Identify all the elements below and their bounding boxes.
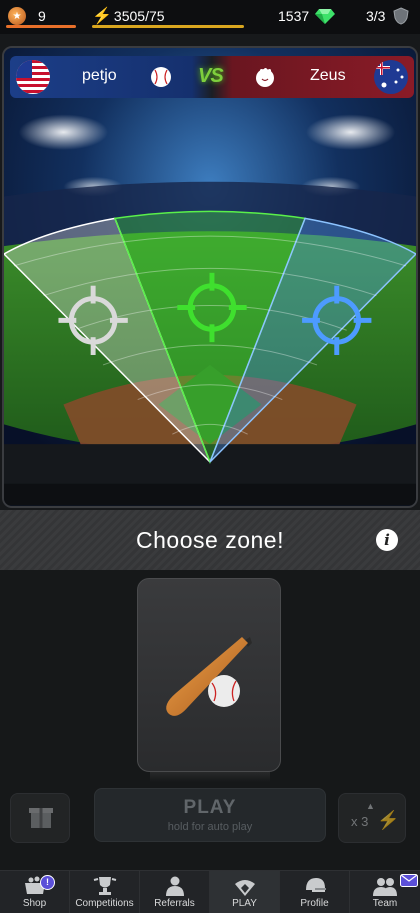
trophy-icon — [93, 877, 116, 895]
bottom-nav: Shop ! Competitions Referrals PLAY Profi… — [0, 870, 420, 913]
level-value: 9 — [38, 8, 46, 24]
gift-button[interactable] — [10, 793, 70, 843]
nav-team-label: Team — [372, 898, 398, 909]
glove-icon — [256, 68, 274, 87]
play-button-hint: hold for auto play — [167, 821, 253, 833]
energy-stat[interactable]: ⚡ 3505/75 — [92, 6, 165, 26]
batting-card[interactable] — [137, 578, 281, 772]
arrow-up-icon: ▲ — [366, 801, 375, 811]
shop-notification-badge: ! — [40, 875, 55, 890]
player-left-name: petjo — [82, 67, 117, 84]
referral-person-icon — [165, 876, 184, 896]
versus-label: VS — [198, 65, 224, 87]
versus-bar: petjo VS Zeus — [10, 56, 414, 98]
choose-zone-banner: Choose zone! — [0, 510, 420, 570]
stadium-field — [4, 48, 416, 506]
energy-progress-bar — [92, 25, 244, 28]
level-progress-bar — [6, 25, 76, 28]
nav-referrals-label: Referrals — [154, 898, 195, 909]
team-icon — [373, 878, 397, 896]
lightning-icon: ⚡ — [92, 8, 112, 25]
nav-shop[interactable]: Shop ! — [0, 871, 70, 913]
nav-team[interactable]: Team — [350, 871, 420, 913]
australia-flag-icon — [374, 60, 408, 94]
nav-play[interactable]: PLAY — [210, 871, 280, 913]
top-status-bar: ★ 9 ⚡ 3505/75 1537 3/3 — [0, 0, 420, 34]
baseball-icon — [151, 67, 171, 87]
lightning-icon: ⚡ — [377, 810, 400, 830]
info-icon[interactable]: i — [376, 529, 398, 551]
gem-icon — [315, 9, 336, 24]
nav-competitions[interactable]: Competitions — [70, 871, 140, 913]
nav-shop-label: Shop — [22, 898, 47, 909]
usa-flag-icon — [16, 60, 50, 94]
nav-referrals[interactable]: Referrals — [140, 871, 210, 913]
mail-icon — [400, 874, 418, 887]
app-root: ★ 9 ⚡ 3505/75 1537 3/3 petjo VS Zeus Cho… — [0, 0, 420, 913]
multiplier-label: x 3 — [351, 814, 369, 829]
gems-stat[interactable]: 1537 — [278, 6, 336, 26]
helmet-icon — [305, 878, 326, 892]
play-button[interactable]: PLAY hold for auto play — [94, 788, 326, 842]
level-stat[interactable]: ★ 9 — [8, 6, 46, 26]
nav-profile-label: Profile — [300, 898, 329, 909]
tickets-stat[interactable]: 3/3 — [366, 6, 410, 26]
shield-icon — [393, 7, 410, 25]
choose-zone-text: Choose zone! — [136, 527, 284, 553]
level-star-icon: ★ — [8, 7, 26, 25]
match-field-panel: petjo VS Zeus — [2, 46, 418, 508]
nav-play-label: PLAY — [232, 898, 257, 909]
nav-profile[interactable]: Profile — [280, 871, 350, 913]
multiplier-button[interactable]: ▲ x 3 ⚡ — [338, 793, 406, 843]
card-reflection — [150, 772, 270, 782]
gift-icon — [29, 808, 53, 828]
player-right-name: Zeus — [310, 67, 346, 84]
tickets-value: 3/3 — [366, 8, 386, 24]
energy-value: 3505/75 — [113, 8, 165, 24]
bat-and-ball-icon — [166, 637, 252, 716]
play-button-label: PLAY — [183, 797, 237, 818]
nav-competitions-label: Competitions — [75, 898, 134, 909]
baseball-diamond-icon — [234, 880, 255, 896]
gems-value: 1537 — [278, 8, 310, 24]
